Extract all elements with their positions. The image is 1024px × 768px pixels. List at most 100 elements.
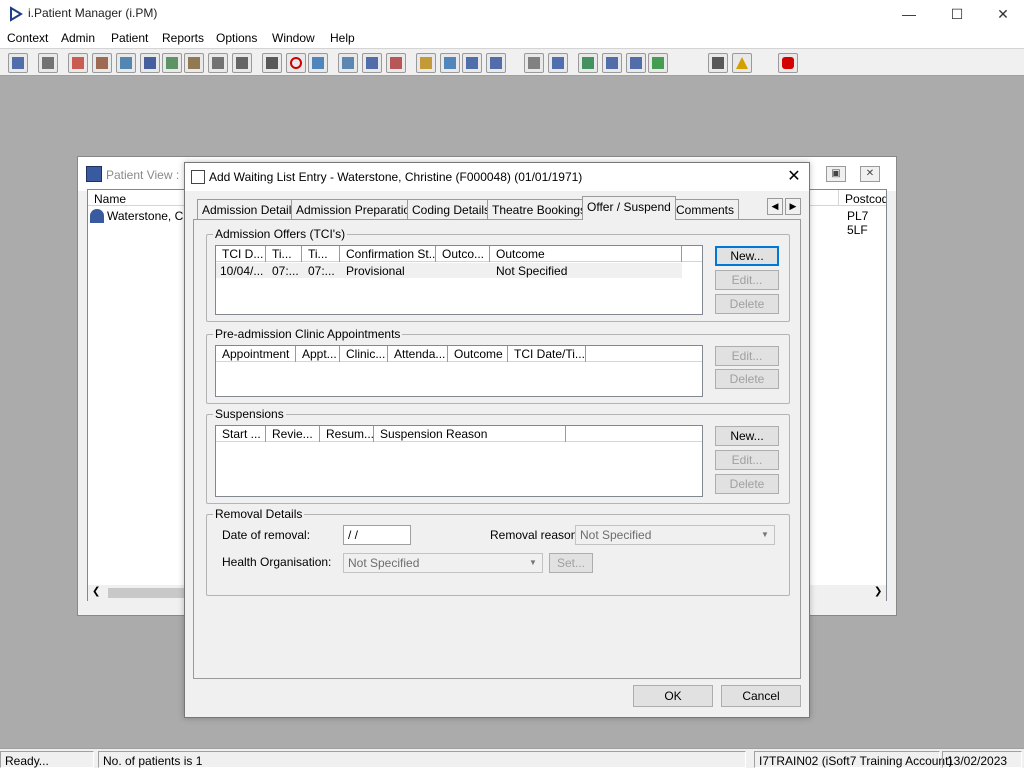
menu-help[interactable]: Help [330, 31, 355, 45]
tab-coding-details[interactable]: Coding Details [407, 199, 496, 219]
menu-reports[interactable]: Reports [162, 31, 204, 45]
minimize-button[interactable]: — [886, 0, 932, 28]
menu-patient[interactable]: Patient [111, 31, 148, 45]
toolbar-button-printer[interactable] [38, 53, 58, 73]
offer-edit-button[interactable]: Edit... [715, 270, 779, 290]
column-outcome2[interactable]: Outcome [490, 246, 682, 262]
tab-scroll-left-icon[interactable]: ◀ [767, 198, 783, 215]
tab-scroll-right-icon[interactable]: ▶ [785, 198, 801, 215]
toolbar-button-chat[interactable] [362, 53, 382, 73]
column-resume[interactable]: Resum... [320, 426, 374, 442]
toolbar-button-note[interactable] [416, 53, 436, 73]
tab-admission-preparation[interactable]: Admission Preparation [291, 199, 422, 219]
column-review[interactable]: Revie... [266, 426, 320, 442]
health-organisation-select[interactable]: Not Specified ▼ [343, 553, 543, 573]
maximize-button[interactable]: ☐ [934, 0, 980, 28]
toolbar-button-flag[interactable] [602, 53, 622, 73]
toolbar-button-ticket[interactable] [208, 53, 228, 73]
toolbar-button-ticket2[interactable] [232, 53, 252, 73]
toolbar-button-card[interactable] [116, 53, 136, 73]
toolbar-button-clock[interactable] [286, 53, 306, 73]
tray-icon [490, 57, 502, 69]
toolbar-button-gauge[interactable] [386, 53, 406, 73]
set-button[interactable]: Set... [549, 553, 593, 573]
toolbar-button-person[interactable] [162, 53, 182, 73]
removal-reason-select[interactable]: Not Specified ▼ [575, 525, 775, 545]
scroll-left-icon[interactable]: ❮ [92, 586, 100, 597]
toolbar-button-bar-chart[interactable] [548, 53, 568, 73]
toolbar-button-page[interactable] [524, 53, 544, 73]
column-tci-date-time[interactable]: TCI Date/Ti... [508, 346, 586, 362]
column-outcome1[interactable]: Outco... [436, 246, 490, 262]
menu-window[interactable]: Window [272, 31, 315, 45]
suspension-edit-button[interactable]: Edit... [715, 450, 779, 470]
tab-theatre-bookings[interactable]: Theatre Bookings [487, 199, 592, 219]
toolbar-button-monitor[interactable] [308, 53, 328, 73]
preadmission-list[interactable]: Appointment Appt... Clinic... Attenda...… [215, 345, 703, 397]
date-of-removal-field[interactable]: / / [343, 525, 411, 545]
dialog-close-button[interactable]: ✕ [781, 165, 807, 189]
column-appt[interactable]: Appt... [296, 346, 340, 362]
person-icon [166, 57, 178, 69]
suspension-delete-button[interactable]: Delete [715, 474, 779, 494]
toolbar-button-list[interactable] [338, 53, 358, 73]
suspensions-list[interactable]: Start ... Revie... Resum... Suspension R… [215, 425, 703, 497]
tci-date-cell: 10/04/... [220, 264, 264, 278]
menu-context[interactable]: Context [7, 31, 48, 45]
tab-offer-suspend[interactable]: Offer / Suspend [582, 196, 676, 220]
admission-offers-list[interactable]: TCI D... Ti... Ti... Confirmation St... … [215, 245, 703, 315]
patient-postcode-column[interactable]: Postcod [838, 190, 886, 206]
scroll-right-icon[interactable]: ❯ [874, 586, 882, 597]
column-suspension-reason[interactable]: Suspension Reason [374, 426, 566, 442]
search-doc-icon [266, 57, 278, 69]
toolbar-button-patient[interactable] [8, 53, 28, 73]
patient-name-column[interactable]: Name [94, 192, 126, 206]
menu-admin[interactable]: Admin [61, 31, 95, 45]
toolbar-button-search-doc[interactable] [262, 53, 282, 73]
toolbar-button-m[interactable] [140, 53, 160, 73]
toolbar-button-form[interactable] [184, 53, 204, 73]
patient-view-restore-button[interactable]: ▣ [826, 166, 846, 182]
toolbar-button-arrows[interactable] [708, 53, 728, 73]
column-appointment[interactable]: Appointment [216, 346, 296, 362]
notepad-icon [191, 170, 205, 184]
preadmission-delete-button[interactable]: Delete [715, 369, 779, 389]
toolbar-button-tray[interactable] [486, 53, 506, 73]
tab-comments[interactable]: Comments [671, 199, 740, 219]
toolbar-button-check-doc[interactable] [440, 53, 460, 73]
patient-icon [12, 57, 24, 69]
toolbar-button-globe[interactable] [578, 53, 598, 73]
toolbar-button-edit-check[interactable] [626, 53, 646, 73]
tab-admission-details[interactable]: Admission Details [197, 199, 303, 219]
column-time2[interactable]: Ti... [302, 246, 340, 262]
toolbar-button-printer2[interactable] [462, 53, 482, 73]
patient-view-close-button[interactable]: ✕ [860, 166, 880, 182]
ok-button[interactable]: OK [633, 685, 713, 707]
cancel-button[interactable]: Cancel [721, 685, 801, 707]
close-button[interactable]: ✕ [980, 0, 1024, 28]
toolbar-button-book[interactable] [68, 53, 88, 73]
toolbar-button-warning[interactable] [732, 53, 752, 73]
toolbar-button-exit[interactable] [778, 53, 798, 73]
arrows-icon [712, 57, 724, 69]
column-time1[interactable]: Ti... [266, 246, 302, 262]
table-row[interactable]: 10/04/... 07:... 07:... Provisional Not … [216, 263, 682, 278]
column-attendance[interactable]: Attenda... [388, 346, 448, 362]
offer-delete-button[interactable]: Delete [715, 294, 779, 314]
health-organisation-label: Health Organisation: [222, 555, 332, 569]
column-clinic[interactable]: Clinic... [340, 346, 388, 362]
column-confirmation-status[interactable]: Confirmation St... [340, 246, 436, 262]
menu-options[interactable]: Options [216, 31, 257, 45]
toolbar-button-edit-doc[interactable] [92, 53, 112, 73]
column-start[interactable]: Start ... [216, 426, 266, 442]
outcome2-cell: Not Specified [496, 264, 568, 278]
book-icon [72, 57, 84, 69]
offer-new-button[interactable]: New... [715, 246, 779, 266]
suspension-new-button[interactable]: New... [715, 426, 779, 446]
scroll-thumb[interactable] [108, 588, 188, 598]
ticket2-icon [236, 57, 248, 69]
column-tci-date[interactable]: TCI D... [216, 246, 266, 262]
toolbar-button-green-check[interactable] [648, 53, 668, 73]
column-outcome[interactable]: Outcome [448, 346, 508, 362]
preadmission-edit-button[interactable]: Edit... [715, 346, 779, 366]
